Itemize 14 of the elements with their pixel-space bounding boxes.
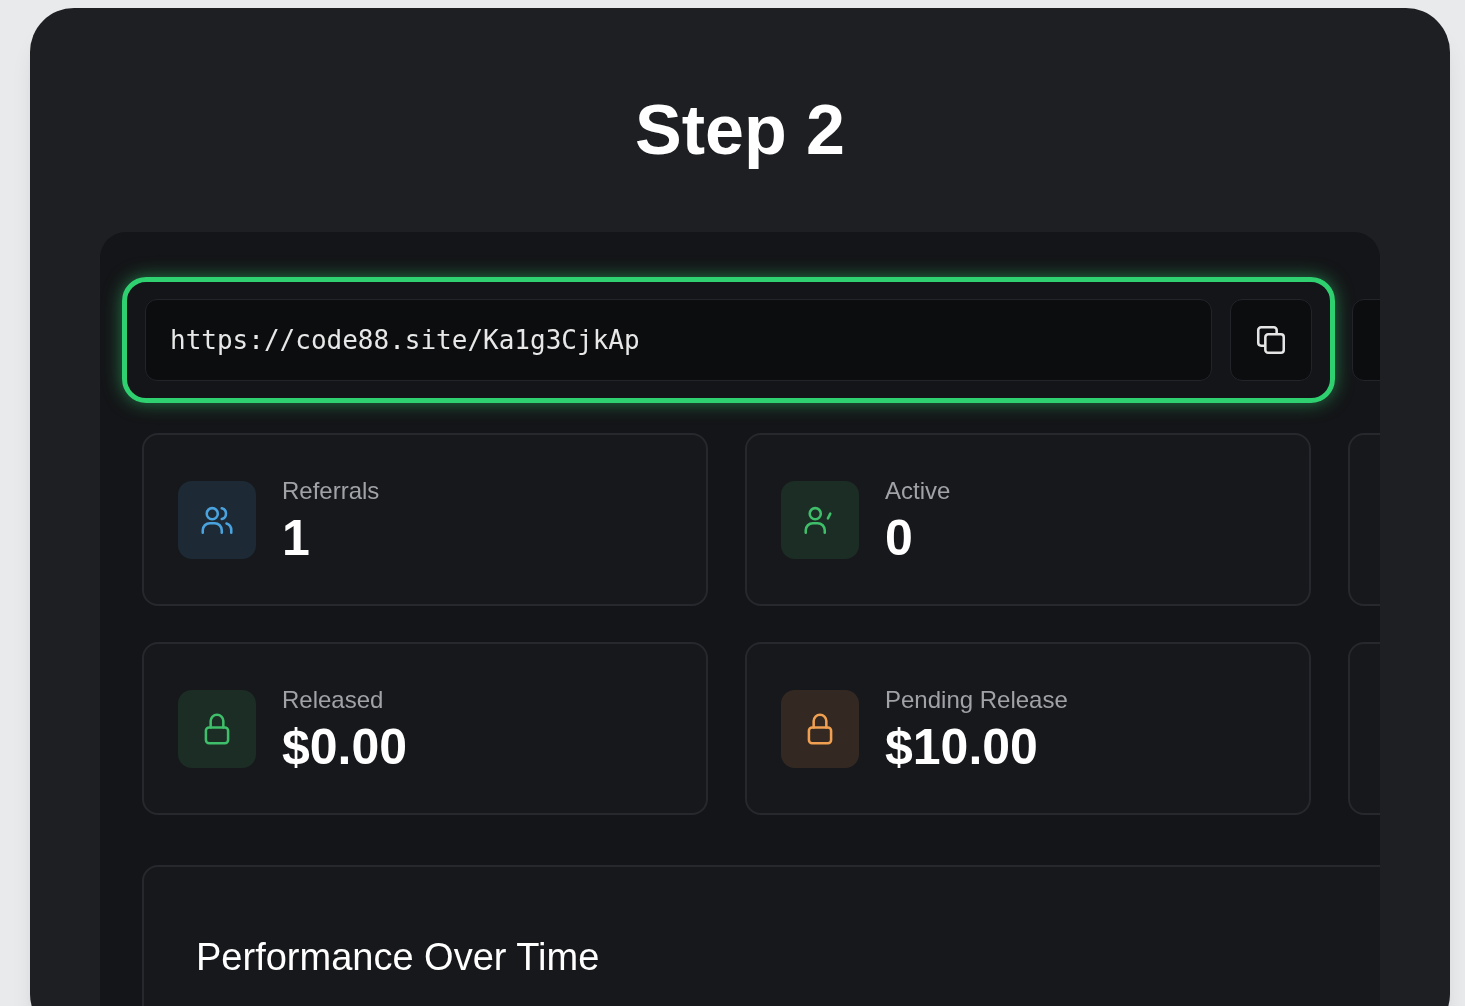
stat-label: Active: [885, 475, 951, 506]
copy-icon: [1254, 323, 1288, 357]
referral-link: https://code88.site/Ka1g3CjkAp: [170, 323, 640, 357]
stat-label: Released: [282, 684, 385, 715]
stat-value: 1: [282, 508, 311, 567]
stat-value: $10.00: [885, 717, 1039, 776]
stat-label: Referrals: [282, 475, 380, 506]
stat-value: $0.00: [282, 717, 408, 776]
referral-link-field[interactable]: https://code88.site/Ka1g3CjkAp: [145, 299, 1212, 381]
stat-value: 0: [885, 508, 914, 567]
step-title: Step 2: [633, 90, 847, 170]
copy-button[interactable]: [1230, 299, 1312, 381]
chart-title: Performance Over Time: [196, 935, 601, 980]
stat-label: Pending Release: [885, 684, 1068, 715]
